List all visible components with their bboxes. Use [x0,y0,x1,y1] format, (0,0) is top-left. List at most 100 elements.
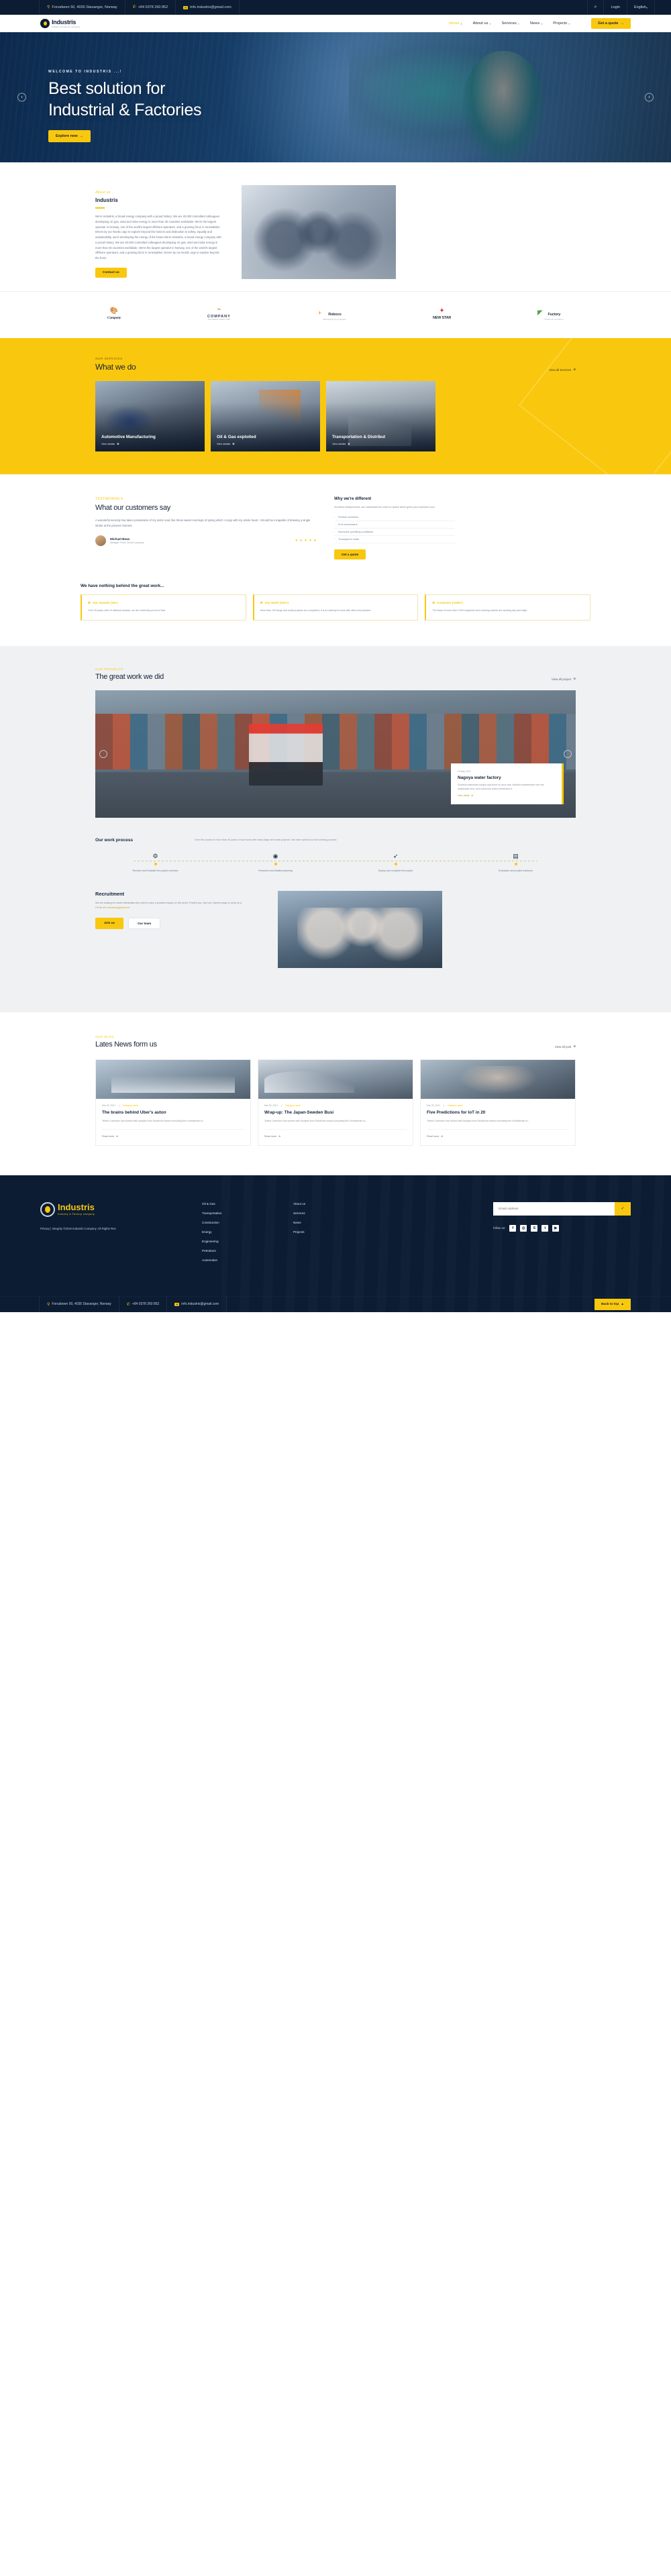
why-get-quote-button[interactable]: Get a quote [334,549,366,559]
gear-icon: ⚙ [152,853,158,860]
client-name: Fuctory [548,313,561,317]
nav-item-services[interactable]: Services ▾ [502,21,519,25]
footer-bottom-bar: ⚲ Forusbeen 50, 4035 Stavanger, Norway ✆… [0,1295,671,1312]
newsletter-email-input[interactable] [493,1201,615,1216]
get-a-quote-button[interactable]: Get a quote → [591,18,631,29]
arrow-up-icon: ▲ [621,1302,624,1306]
instagram-icon[interactable]: ◎ [520,1224,527,1232]
hero-title: Best solution for Industrial & Factories [48,78,671,121]
recruitment-cv-email[interactable]: info.industris@gmail.com [102,906,130,909]
users-icon: ✹ [432,600,435,604]
footer-link-projects[interactable]: Projects [293,1230,367,1234]
step-dot [394,863,397,866]
news-card-category[interactable]: Category name [123,1104,138,1107]
footer-link-oil-gas[interactable]: Oil & Gas [202,1202,276,1205]
feature-heading: ✹ Our Awards (15+) [88,601,240,605]
work-step-2: ◉ Research and detailed planning [215,853,336,873]
view-all-projects-link[interactable]: View all project ⊕ [552,677,576,681]
arrow-right-icon: ⊕ [232,443,235,445]
news-card-read-more[interactable]: Read more ⊕ [102,1128,244,1138]
news-card-image [96,1060,250,1099]
topbar-email[interactable]: ✉ info.industris@gmail.com [175,0,240,15]
nav-item-projects[interactable]: Projects ▾ [553,21,570,25]
project-view-detail-link[interactable]: View detail ⊕ [458,794,555,797]
topbar-phone[interactable]: ✆ +84 0378 260 852 [124,0,176,15]
project-prev-button[interactable]: ‹ [99,750,107,759]
service-card-link[interactable]: View details ⊕ [332,442,429,446]
arrow-right-icon: ⊕ [573,1044,576,1049]
why-item[interactable]: Free technicians [334,521,455,529]
news-card[interactable]: Mar 25, 2021 | Category name Wrap-up: Th… [258,1059,413,1146]
news-card-category[interactable]: Category name [448,1104,463,1107]
login-link[interactable]: Login [603,0,626,15]
footer-logo-name: Industris [58,1202,95,1213]
hero-prev-button[interactable]: ‹ [17,93,26,102]
footer-link-engineering[interactable]: Engineering [202,1240,276,1243]
why-different-title: Why we're different [334,497,372,501]
mail-icon: ✉ [183,5,189,9]
service-card-oil-gas[interactable]: Oil & Gas exploited View details ⊕ [211,381,320,451]
feature-text: More than 100 large and small projects a… [260,608,371,612]
about-eyebrow: About us [95,191,111,195]
footer-link-automotive[interactable]: Automotive [202,1258,276,1262]
service-card-link[interactable]: View details ⊕ [101,442,199,446]
why-item[interactable]: Transparent costs [334,536,455,543]
site-logo[interactable]: Industris Industry & Factory company [40,19,81,28]
skype-icon[interactable]: S [531,1224,538,1232]
why-item[interactable]: Flexible solutions [334,514,455,521]
nav-item-home[interactable]: Home ▾ [449,21,462,25]
service-card-transportation[interactable]: Transportation & Distribut View details … [326,381,435,451]
view-all-posts-link[interactable]: View all post ⊕ [555,1044,576,1049]
news-card[interactable]: Mar 25, 2021 | Category name The brains … [95,1059,251,1146]
facebook-icon[interactable]: f [509,1224,517,1232]
footer-link-transportation[interactable]: Transportation [202,1212,276,1215]
nav-item-news[interactable]: News ▾ [530,21,543,25]
service-card-title: Automotive Manufacturing [101,435,156,439]
back-to-top-button[interactable]: Back to top ▲ [595,1298,631,1310]
hero-next-button[interactable]: › [645,93,654,102]
arrow-right-icon: ⊕ [471,794,474,798]
read-more-label: Read more [264,1134,277,1138]
about-contact-button[interactable]: Contact us [95,267,127,278]
newsletter-submit-button[interactable]: ✓ [615,1201,631,1216]
divider [95,207,105,209]
news-card-meta: Mar 25, 2021 | Category name [427,1104,569,1107]
recruitment-section: Recruitment We are looking for smart ind… [81,873,590,992]
footer-link-about[interactable]: About us [293,1202,367,1205]
view-all-projects-label: View all project [551,677,572,681]
footer-email[interactable]: ✉ info.industris@gmail.com [167,1296,227,1312]
youtube-icon[interactable]: ▶ [552,1224,560,1232]
news-card-category[interactable]: Category name [285,1104,301,1107]
author-name: Michael Bean [110,537,130,541]
our-team-button[interactable]: Our team [128,917,161,929]
news-card-read-more[interactable]: Read more ⊕ [264,1128,407,1138]
nav-item-about[interactable]: About us ▾ [473,21,491,25]
client-tagline: Industrial & Factory [544,319,564,321]
news-card-title: Wrap-up: The Japan-Sweden Busi [264,1110,334,1116]
twitter-icon[interactable]: t [541,1224,549,1232]
project-next-button[interactable]: › [564,750,572,759]
footer-link-news[interactable]: News [293,1221,367,1224]
project-description: Vivamus maecenas congue quis tortor eu a… [458,784,544,791]
search-button[interactable]: ⌕ [586,0,604,15]
language-selector[interactable]: English ▾ [626,0,655,15]
news-card-date: Mar 25, 2021 [102,1104,115,1108]
rocket-icon: ➶ [393,853,399,860]
footer-link-petroleum[interactable]: Petroleum [202,1249,276,1252]
footer-link-energy[interactable]: Energy [202,1230,276,1234]
view-all-services-link[interactable]: View all Services ⊕ [549,368,576,372]
project-view-detail-label: View detail [458,794,470,798]
service-card-link[interactable]: View details ⊕ [217,442,314,446]
service-card-automotive[interactable]: Automotive Manufacturing View details ⊕ [95,381,205,451]
footer-link-construction[interactable]: Construction [202,1221,276,1224]
testimonial-block: TESTIMONIALS What our customers say A wo… [95,497,317,559]
footer-link-services[interactable]: Services [293,1212,367,1215]
news-card-date: Mar 25, 2021 [427,1104,440,1108]
hero-explore-button[interactable]: Explore now → [48,130,91,142]
footer-phone[interactable]: ✆ +84 0378 260 852 [119,1296,168,1312]
join-us-button[interactable]: Join us [95,917,124,929]
news-card[interactable]: Mar 25, 2021 | Category name Five Predic… [420,1059,576,1146]
footer-logo[interactable]: Industris Industry & Factory company [40,1201,185,1217]
why-item[interactable]: Improved operating conditions [334,529,455,536]
news-card-read-more[interactable]: Read more ⊕ [427,1128,569,1138]
